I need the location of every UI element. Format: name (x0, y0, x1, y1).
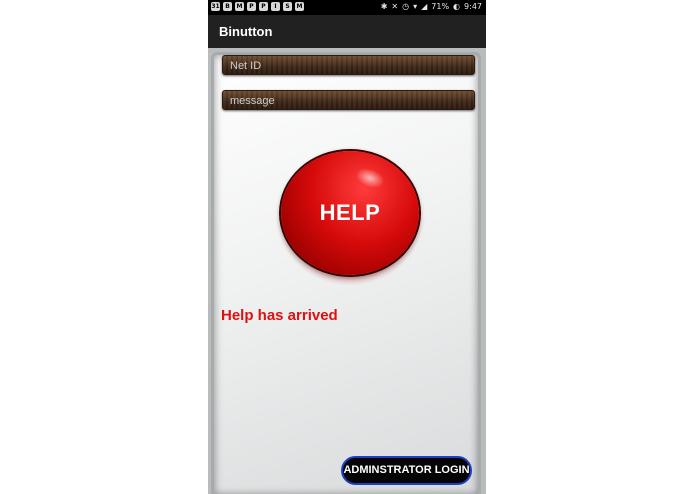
battery-icon: ◐ (453, 2, 461, 11)
settings-icon: S (283, 2, 292, 11)
button-highlight (352, 164, 388, 192)
notification-icons: 31 B M P P I S M (211, 2, 304, 11)
bluetooth-icon: ✱ (380, 2, 388, 11)
mute-icon: ✕ (391, 2, 399, 11)
system-status: ✱ ✕ ◷ ▾ ◢ 71% ◐ 9:47 (381, 2, 482, 12)
clock: 9:47 (464, 2, 482, 11)
net-id-input[interactable]: Net ID (222, 55, 475, 75)
app-icon: B (223, 2, 232, 11)
help-button[interactable]: HELP (281, 151, 419, 275)
admin-login-button[interactable]: ADMINSTRATOR LOGIN (341, 456, 472, 485)
calendar-icon: 31 (211, 2, 220, 11)
button-panel: Net ID message HELP Help has arrived ADM… (211, 52, 481, 494)
battery-percent: 71% (431, 2, 450, 11)
wifi-icon: ▾ (413, 2, 418, 11)
app-title: Binutton (219, 24, 273, 39)
mail-icon: M (235, 2, 244, 11)
image-icon: I (271, 2, 280, 11)
help-button-label: HELP (319, 200, 381, 225)
game-icon: P (259, 2, 268, 11)
message-input[interactable]: message (222, 90, 475, 110)
app-bar: Binutton (208, 15, 486, 48)
messenger-icon: M (295, 2, 304, 11)
chat-icon: P (247, 2, 256, 11)
status-message: Help has arrived (221, 307, 338, 324)
signal-icon: ◢ (421, 2, 428, 11)
status-bar: 31 B M P P I S M ✱ ✕ ◷ ▾ ◢ 71% ◐ 9:47 (208, 0, 486, 15)
main-content: Net ID message HELP Help has arrived ADM… (208, 48, 486, 494)
alarm-icon: ◷ (402, 2, 410, 11)
phone-screen: 31 B M P P I S M ✱ ✕ ◷ ▾ ◢ 71% ◐ 9:47 Bi… (208, 0, 486, 494)
